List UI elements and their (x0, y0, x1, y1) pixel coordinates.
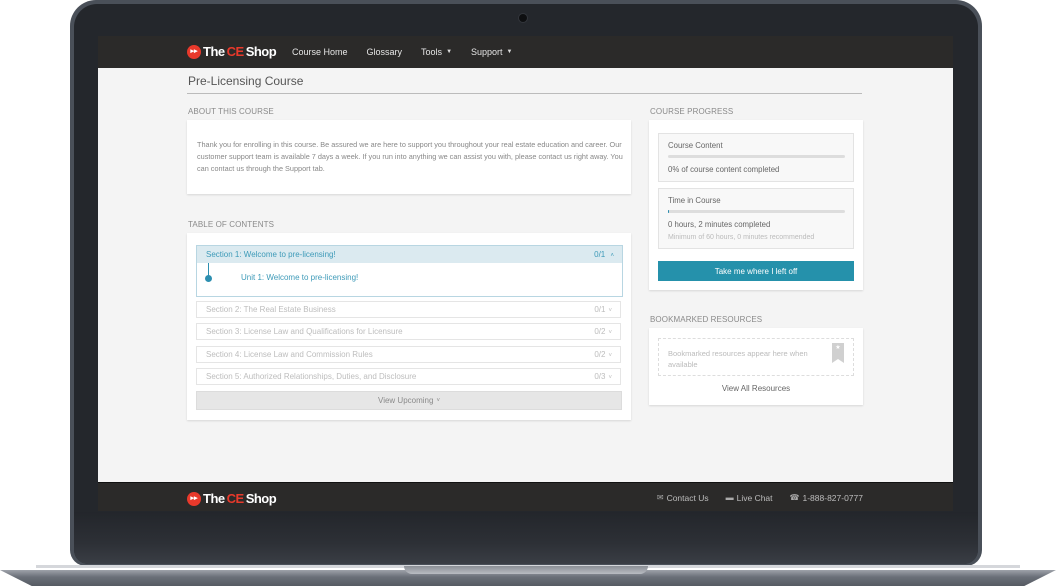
page-title: Pre-Licensing Course (188, 74, 304, 88)
section-count: 0/2 ˅ (594, 350, 612, 359)
brand-name-the: The (203, 44, 225, 59)
caret-down-icon: ▼ (446, 49, 453, 55)
brand-logo[interactable]: ▸▸ The CE Shop (187, 44, 277, 59)
section-expanded: Section 1: Welcome to pre-licensing! 0/1… (196, 245, 623, 297)
view-upcoming-button[interactable]: View Upcoming ˅ (196, 391, 622, 410)
section-row[interactable]: Section 3: License Law and Qualification… (196, 323, 621, 340)
phone-icon: ☎ (789, 493, 800, 502)
section-title: Section 5: Authorized Relationships, Dut… (206, 372, 417, 381)
laptop-chin (74, 512, 978, 564)
section-title: Section 2: The Real Estate Business (206, 305, 336, 314)
app-screen: ▸▸ The CE Shop Course Home Glossary Tool… (98, 36, 953, 511)
nav-item-course-home[interactable]: Course Home (292, 47, 348, 57)
brand-name-shop: Shop (245, 491, 277, 506)
caret-down-icon: ▼ (506, 49, 513, 55)
section-title: Section 3: License Law and Qualification… (206, 327, 403, 336)
envelope-icon: ✉ (656, 493, 664, 502)
course-content-title: Course Content (668, 141, 723, 150)
fast-forward-icon: ▸▸ (187, 44, 201, 59)
nav-item-tools[interactable]: Tools ▼ (421, 47, 452, 57)
course-content-box: Course Content 0% of course content comp… (658, 133, 854, 182)
chevron-up-icon: ˄ (610, 253, 614, 259)
about-card: Thank you for enrolling in this course. … (187, 120, 631, 194)
footer-links: ✉ Contact Us ▬ Live Chat ☎ 1-888-827-077… (640, 483, 863, 511)
nav-menu: Course Home Glossary Tools ▼ Support ▼ (292, 36, 532, 68)
toc-card: Section 1: Welcome to pre-licensing! 0/1… (187, 233, 631, 420)
footer-brand-logo[interactable]: ▸▸ The CE Shop (187, 491, 277, 506)
brand-name-ce: CE (226, 491, 245, 506)
nav-item-support[interactable]: Support ▼ (471, 47, 512, 57)
section-title: Section 4: License Law and Commission Ru… (206, 350, 373, 359)
laptop-notch (404, 566, 648, 574)
nav-item-label: Glossary (366, 47, 403, 57)
chevron-down-icon: ˅ (608, 330, 612, 336)
chevron-down-icon: ˅ (436, 397, 440, 404)
top-navbar: ▸▸ The CE Shop Course Home Glossary Tool… (98, 36, 953, 68)
live-chat-link[interactable]: ▬ Live Chat (726, 493, 773, 503)
unit-row[interactable]: Unit 1: Welcome to pre-licensing! (197, 263, 622, 295)
section-count: 0/1 ˅ (594, 305, 612, 314)
section-row[interactable]: Section 5: Authorized Relationships, Dut… (196, 368, 621, 385)
toc-heading: Table of Contents (188, 220, 275, 229)
section-count: 0/2 ˅ (594, 327, 612, 336)
bookmarks-card: Bookmarked resources appear here when av… (649, 328, 863, 405)
about-heading: About This Course (188, 107, 274, 116)
time-in-course-box: Time in Course 0 hours, 2 minutes comple… (658, 188, 854, 249)
course-content-status: 0% of course content completed (668, 165, 780, 174)
progress-heading: Course Progress (650, 107, 734, 116)
nav-item-label: Tools (421, 47, 443, 57)
section-title: Section 1: Welcome to pre-licensing! (206, 250, 336, 259)
about-text: Thank you for enrolling in this course. … (197, 140, 623, 173)
time-recommendation: Minimum of 60 hours, 0 minutes recommend… (668, 234, 815, 241)
brand-name-ce: CE (226, 44, 245, 59)
bookmarks-empty-text: Bookmarked resources appear here when av… (668, 349, 808, 369)
brand-name-shop: Shop (245, 44, 277, 59)
section-count: 0/3 ˅ (594, 372, 612, 381)
course-content-progress-bar (668, 155, 845, 158)
phone-link[interactable]: ☎ 1-888-827-0777 (790, 493, 863, 503)
section-header[interactable]: Section 1: Welcome to pre-licensing! 0/1… (197, 246, 622, 263)
view-all-resources-link[interactable]: View All Resources (649, 384, 863, 393)
time-progress-bar (668, 210, 845, 213)
chevron-down-icon: ˅ (608, 375, 612, 381)
nav-item-label: Course Home (292, 47, 348, 57)
footer: ▸▸ The CE Shop ✉ Contact Us ▬ Live Chat … (98, 482, 953, 511)
progress-fill (668, 210, 670, 213)
bookmarks-heading: Bookmarked Resources (650, 315, 763, 324)
time-status: 0 hours, 2 minutes completed (668, 220, 771, 229)
section-row[interactable]: Section 2: The Real Estate Business 0/1 ˅ (196, 301, 621, 318)
contact-us-link[interactable]: ✉ Contact Us (657, 493, 709, 503)
chat-icon: ▬ (725, 493, 734, 502)
section-row[interactable]: Section 4: License Law and Commission Ru… (196, 346, 621, 363)
time-in-course-title: Time in Course (668, 196, 721, 205)
fast-forward-icon: ▸▸ (187, 491, 201, 506)
unit-title[interactable]: Unit 1: Welcome to pre-licensing! (241, 273, 358, 282)
section-count: 0/1 ˄ (594, 250, 614, 259)
bookmark-icon: ★ (832, 343, 844, 363)
chevron-down-icon: ˅ (608, 308, 612, 314)
chevron-down-icon: ˅ (608, 353, 612, 359)
progress-card: Course Content 0% of course content comp… (649, 120, 863, 290)
nav-item-glossary[interactable]: Glossary (367, 47, 403, 57)
brand-name-the: The (203, 491, 225, 506)
webcam (519, 14, 527, 22)
bookmarks-empty-state: Bookmarked resources appear here when av… (658, 338, 854, 376)
resume-course-button[interactable]: Take me where I left off (658, 261, 854, 281)
title-divider (187, 93, 862, 94)
nav-item-label: Support (471, 47, 503, 57)
timeline-dot-icon (205, 275, 212, 282)
